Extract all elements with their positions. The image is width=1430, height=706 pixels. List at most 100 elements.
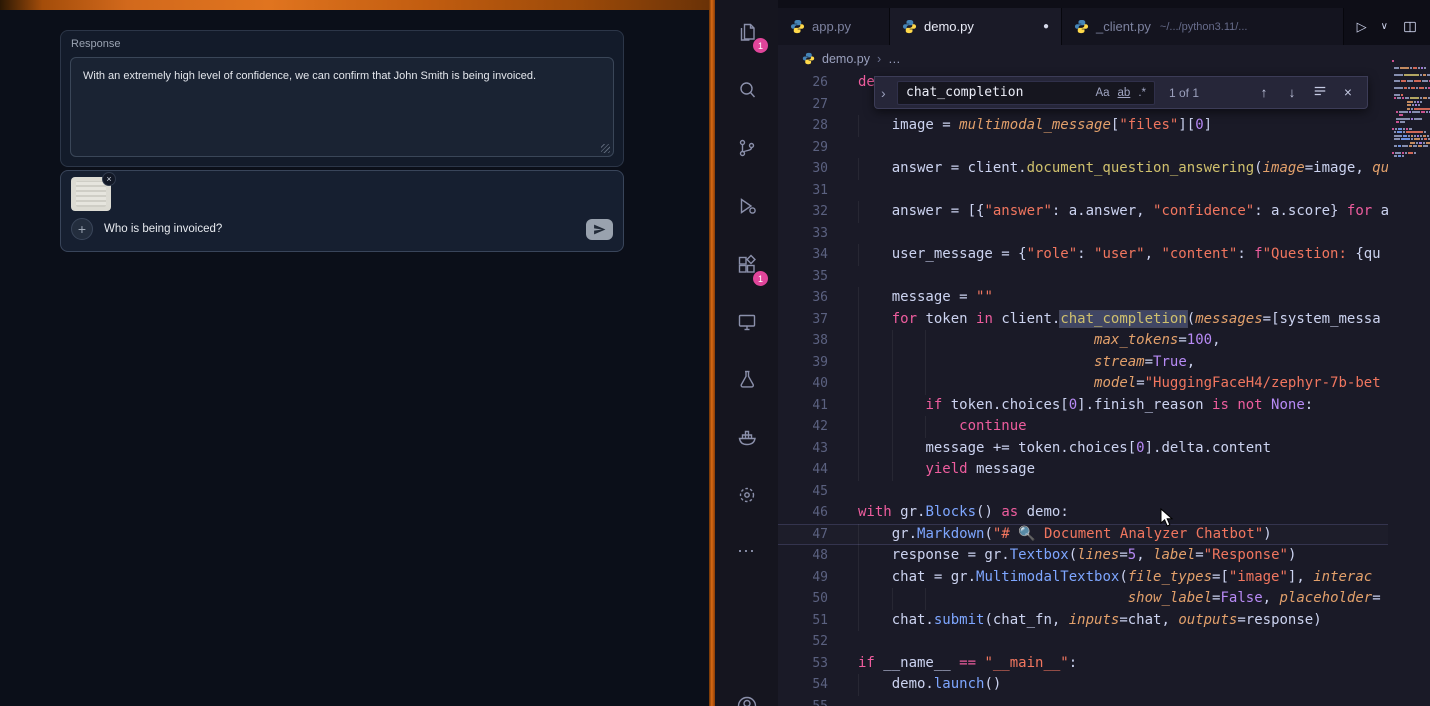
code-line-43[interactable]: 43message += token.choices[0].delta.cont… xyxy=(778,438,1388,460)
code-line-55[interactable]: 55 xyxy=(778,696,1388,706)
modified-dot-icon[interactable]: ● xyxy=(1043,21,1049,32)
run-debug-icon xyxy=(735,194,759,218)
line-number: 32 xyxy=(778,201,828,223)
split-editor-icon[interactable] xyxy=(1402,19,1418,35)
minimap[interactable] xyxy=(1388,46,1430,706)
breadcrumb[interactable]: demo.py › … xyxy=(778,45,1430,72)
code-line-38[interactable]: 38max_tokens=100, xyxy=(778,330,1388,352)
sidebar-item-remote-explorer[interactable] xyxy=(715,302,778,342)
code-line-31[interactable]: 31 xyxy=(778,180,1388,202)
code-line-30[interactable]: 30answer = client.document_question_answ… xyxy=(778,158,1388,180)
close-find-icon[interactable]: × xyxy=(1337,85,1359,100)
account-icon xyxy=(735,694,759,706)
code-line-32[interactable]: 32answer = [{"answer": a.answer, "confid… xyxy=(778,201,1388,223)
minimap-line xyxy=(1396,118,1422,120)
sidebar-item-run-debug[interactable] xyxy=(715,186,778,226)
code-line-42[interactable]: 42continue xyxy=(778,416,1388,438)
minimap-line xyxy=(1392,152,1416,154)
find-in-selection-icon[interactable] xyxy=(1309,84,1331,101)
send-button[interactable] xyxy=(586,219,613,240)
line-number: 53 xyxy=(778,653,828,675)
code-text: show_label=False, placeholder= xyxy=(858,588,1381,610)
sidebar-item-search[interactable] xyxy=(715,70,778,110)
minimap-line xyxy=(1394,138,1430,140)
code-text: with gr.Blocks() as demo: xyxy=(858,502,1069,524)
remove-attachment-button[interactable]: × xyxy=(102,172,116,186)
code-line-29[interactable]: 29 xyxy=(778,137,1388,159)
code-line-34[interactable]: 34user_message = {"role": "user", "conte… xyxy=(778,244,1388,266)
code-line-39[interactable]: 39stream=True, xyxy=(778,352,1388,374)
line-number: 51 xyxy=(778,610,828,632)
vscode-window: 1 1 xyxy=(715,0,1430,706)
minimap-line xyxy=(1394,94,1403,96)
code-text: demo.launch() xyxy=(858,674,1001,696)
code-line-45[interactable]: 45 xyxy=(778,481,1388,503)
search-icon xyxy=(735,78,759,102)
response-textarea[interactable]: With an extremely high level of confiden… xyxy=(70,57,614,157)
line-number: 31 xyxy=(778,180,828,202)
sidebar-item-more[interactable]: ⋯ xyxy=(715,531,778,571)
code-line-50[interactable]: 50show_label=False, placeholder= xyxy=(778,588,1388,610)
match-case-toggle[interactable]: Aa xyxy=(1091,86,1113,100)
line-number: 27 xyxy=(778,94,828,116)
whole-word-toggle[interactable]: ab xyxy=(1114,86,1135,100)
python-file-icon xyxy=(790,19,805,34)
minimap-line xyxy=(1394,67,1426,69)
code-editor[interactable]: 26de2728image = multimodal_message["file… xyxy=(778,72,1388,706)
code-line-51[interactable]: 51chat.submit(chat_fn, inputs=chat, outp… xyxy=(778,610,1388,632)
code-line-33[interactable]: 33 xyxy=(778,223,1388,245)
run-dropdown-chevron-icon[interactable]: ∨ xyxy=(1381,21,1388,32)
code-line-47[interactable]: 47gr.Markdown("# 🔍 Document Analyzer Cha… xyxy=(778,524,1388,546)
code-line-53[interactable]: 53if __name__ == "__main__": xyxy=(778,653,1388,675)
tab-description: ~/.../python3.11/... xyxy=(1160,21,1248,33)
code-line-49[interactable]: 49chat = gr.MultimodalTextbox(file_types… xyxy=(778,567,1388,589)
add-file-button[interactable]: + xyxy=(71,218,93,240)
code-line-44[interactable]: 44yield message xyxy=(778,459,1388,481)
code-line-36[interactable]: 36message = "" xyxy=(778,287,1388,309)
sidebar-item-docker[interactable] xyxy=(715,417,778,457)
tab-client-py[interactable]: _client.py ~/.../python3.11/... xyxy=(1062,8,1344,45)
code-line-52[interactable]: 52 xyxy=(778,631,1388,653)
python-file-icon xyxy=(1074,19,1089,34)
code-line-40[interactable]: 40model="HuggingFaceH4/zephyr-7b-bet xyxy=(778,373,1388,395)
tab-app-py[interactable]: app.py xyxy=(778,8,890,45)
code-text: continue xyxy=(858,416,1027,438)
line-number: 54 xyxy=(778,674,828,696)
minimap-line xyxy=(1399,114,1403,116)
attachment-thumbnail[interactable]: × xyxy=(71,177,111,211)
find-results-count: 1 of 1 xyxy=(1169,86,1199,100)
tab-label: _client.py xyxy=(1096,19,1151,34)
line-number: 28 xyxy=(778,115,828,137)
toggle-replace-chevron-icon[interactable]: › xyxy=(881,85,891,101)
sidebar-item-testing[interactable] xyxy=(715,359,778,399)
previous-match-arrow-icon[interactable]: ↑ xyxy=(1253,85,1275,100)
run-button[interactable]: ▷ xyxy=(1357,19,1367,35)
sidebar-item-extensions[interactable]: 1 xyxy=(715,245,778,285)
code-text: answer = client.document_question_answer… xyxy=(858,158,1388,180)
breadcrumb-symbol[interactable]: … xyxy=(888,52,901,66)
find-input[interactable]: chat_completion Aa ab .* xyxy=(897,81,1155,105)
tab-demo-py[interactable]: demo.py ● xyxy=(890,8,1062,45)
code-line-41[interactable]: 41if token.choices[0].finish_reason is n… xyxy=(778,395,1388,417)
line-number: 29 xyxy=(778,137,828,159)
regex-toggle[interactable]: .* xyxy=(1134,86,1150,100)
code-line-35[interactable]: 35 xyxy=(778,266,1388,288)
code-line-48[interactable]: 48response = gr.Textbox(lines=5, label="… xyxy=(778,545,1388,567)
gradio-app-pane: Response With an extremely high level of… xyxy=(0,0,709,706)
sidebar-item-account[interactable] xyxy=(715,686,778,706)
next-match-arrow-icon[interactable]: ↓ xyxy=(1281,85,1303,100)
sidebar-item-source-control[interactable] xyxy=(715,128,778,168)
textarea-resize-handle[interactable] xyxy=(601,144,610,153)
line-number: 37 xyxy=(778,309,828,331)
code-line-46[interactable]: 46with gr.Blocks() as demo: xyxy=(778,502,1388,524)
minimap-line xyxy=(1407,101,1422,103)
code-line-54[interactable]: 54 demo.launch() xyxy=(778,674,1388,696)
code-line-28[interactable]: 28image = multimodal_message["files"][0] xyxy=(778,115,1388,137)
code-line-37[interactable]: 37for token in client.chat_completion(me… xyxy=(778,309,1388,331)
chat-message-input[interactable]: Who is being invoiced? xyxy=(104,223,222,235)
sidebar-item-tools[interactable] xyxy=(715,475,778,515)
code-text: model="HuggingFaceH4/zephyr-7b-bet xyxy=(858,373,1381,395)
attachment-image xyxy=(76,181,106,207)
breadcrumb-file[interactable]: demo.py xyxy=(822,52,870,66)
sidebar-item-explorer[interactable]: 1 xyxy=(715,12,778,52)
